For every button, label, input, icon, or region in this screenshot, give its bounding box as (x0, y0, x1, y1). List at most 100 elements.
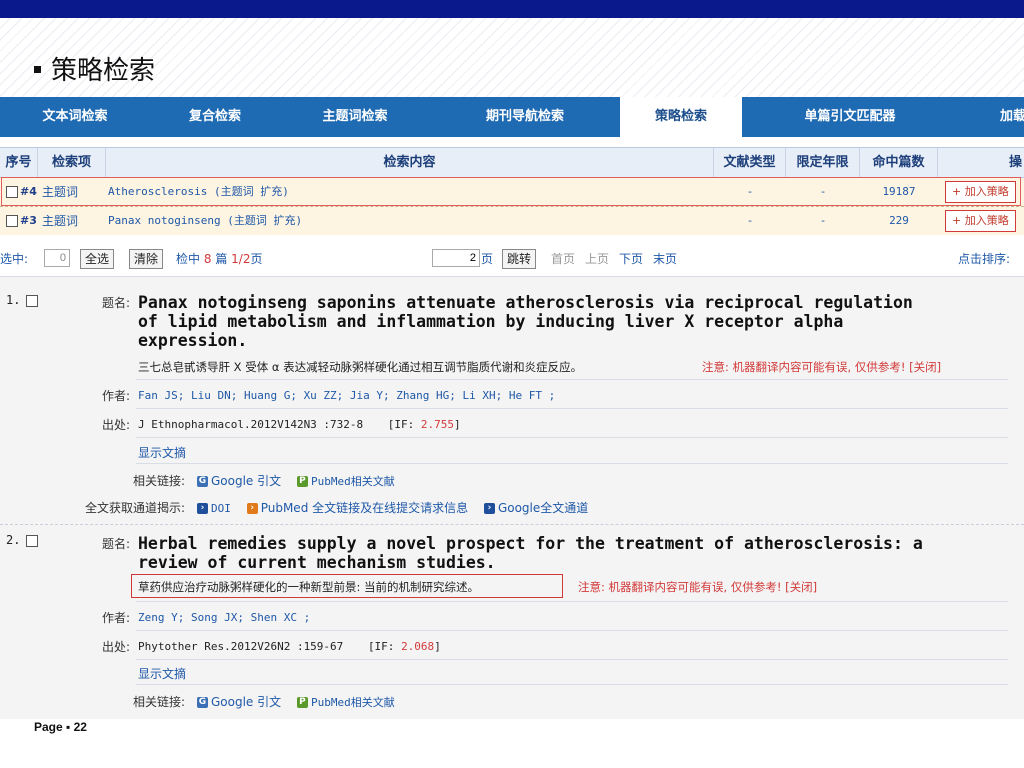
col-content: 检索内容 (106, 148, 714, 177)
pubmed-fulltext-link[interactable]: › PubMed 全文链接及在线提交请求信息 (246, 501, 468, 515)
google-citation-link[interactable]: G Google 引文 (197, 695, 281, 709)
record-translation: 三七总皂甙诱导肝 X 受体 α 表达减轻动脉粥样硬化通过相互调节脂质代谢和炎症反… (138, 360, 583, 374)
select-all-button[interactable]: 全选 (80, 249, 115, 269)
title-line: of lipid metabolism and inflammation by … (138, 312, 844, 331)
clear-button[interactable]: 清除 (129, 249, 164, 269)
google-citation-link[interactable]: G Google 引文 (197, 474, 281, 488)
related-links-label: 相关链接: (132, 474, 185, 488)
record-authors[interactable]: Zeng Y; Song JX; Shen XC ; (138, 611, 310, 624)
row-num: #4 (20, 185, 37, 198)
strategy-table: 序号 检索项 检索内容 文献类型 限定年限 命中篇数 操 #4 主题词 Athe… (0, 147, 1024, 235)
source-label: 出处: (101, 640, 130, 654)
row-checkbox[interactable] (6, 186, 18, 198)
last-page-link[interactable]: 末页 (653, 250, 677, 267)
tab-text-search[interactable]: 文本词检索 (10, 97, 140, 137)
fulltext-label: 全文获取通道揭示: (84, 501, 185, 515)
google-fulltext-link[interactable]: › Google全文通道 (483, 501, 588, 515)
results-toolbar: 选中: 全选 清除 检中 8 篇 1/2页 页 跳转 首页 上页 下页 末页 点… (0, 246, 1024, 272)
record-checkbox[interactable] (26, 534, 39, 547)
row-field: 主题词 (42, 185, 79, 199)
record-separator (0, 524, 1024, 525)
row-content[interactable]: Panax notoginseng (主题词 扩充) (108, 207, 302, 235)
top-bar (0, 0, 1024, 18)
arrow-icon: › (246, 503, 258, 514)
col-action: 操 (1008, 155, 1022, 170)
doi-link[interactable]: › DOI (197, 501, 231, 515)
record-source[interactable]: J Ethnopharmacol.2012V142N3 :732-8 (138, 418, 363, 431)
sort-link[interactable]: 点击排序: (958, 250, 1010, 267)
selected-count-input[interactable] (44, 249, 70, 267)
tab-journal-search[interactable]: 期刊导航检索 (460, 97, 590, 137)
tab-compound-search[interactable]: 复合检索 (150, 97, 280, 137)
tab-strategy-search[interactable]: 策略检索 (620, 97, 742, 137)
title-label: 题名: (101, 296, 130, 310)
add-strategy-button[interactable]: + 加入策略 (945, 181, 1016, 203)
tab-citation-matcher[interactable]: 单篇引文匹配器 (785, 97, 915, 137)
related-links: G Google 引文 P PubMed相关文献 (197, 472, 407, 489)
selected-label: 选中: (0, 252, 29, 266)
table-row: #3 主题词 Panax notoginseng (主题词 扩充) - - 22… (0, 207, 1024, 235)
hits-unit: 篇 (215, 252, 228, 266)
col-type: 文献类型 (714, 148, 786, 177)
slide-title: 策略检索 (34, 50, 155, 87)
pubmed-icon: P (296, 476, 308, 487)
title-line: Herbal remedies supply a novel prospect … (138, 534, 923, 553)
show-abstract-link[interactable]: 显示文摘 (138, 444, 186, 461)
prev-page-link[interactable]: 上页 (585, 250, 609, 267)
arrow-icon: › (197, 503, 208, 514)
authors-label: 作者: (101, 611, 130, 625)
row-checkbox[interactable] (6, 215, 18, 227)
pubmed-related-link[interactable]: P PubMed相关文献 (296, 695, 395, 709)
tab-load[interactable]: 加载 (1000, 97, 1024, 137)
related-links-label: 相关链接: (132, 695, 185, 709)
record-title[interactable]: Panax notoginseng saponins attenuate ath… (138, 293, 913, 350)
record-title[interactable]: Herbal remedies supply a novel prospect … (138, 534, 923, 572)
related-links: G Google 引文 P PubMed相关文献 (197, 693, 407, 710)
page-of: 1/2 (231, 252, 251, 266)
authors-label: 作者: (101, 389, 130, 403)
row-field: 主题词 (42, 214, 79, 228)
impact-factor: 2.755 (420, 418, 455, 431)
fulltext-links: › DOI › PubMed 全文链接及在线提交请求信息 › Google全文通道 (197, 499, 600, 516)
goto-button[interactable]: 跳转 (502, 249, 537, 269)
close-translation-link[interactable]: 关闭 (790, 580, 813, 594)
record-checkbox[interactable] (26, 294, 39, 307)
row-num: #3 (20, 214, 37, 227)
record-source[interactable]: Phytother Res.2012V26N2 :159-67 (138, 640, 343, 653)
add-strategy-button[interactable]: + 加入策略 (945, 210, 1016, 232)
hits-count: 8 (203, 252, 212, 266)
results-list: 1. 题名: Panax notoginseng saponins attenu… (0, 276, 1024, 719)
row-hits[interactable]: 19187 (860, 178, 938, 206)
translation-note: 注意: 机器翻译内容可能有误, 仅供参考! [关闭] (702, 360, 942, 374)
table-row: #4 主题词 Atherosclerosis (主题词 扩充) - - 1918… (0, 178, 1024, 207)
show-abstract-link[interactable]: 显示文摘 (138, 665, 186, 682)
nav-bar: 文本词检索 复合检索 主题词检索 期刊导航检索 策略检索 单篇引文匹配器 加载 (0, 97, 1024, 137)
row-content[interactable]: Atherosclerosis (主题词 扩充) (108, 178, 289, 206)
record-authors[interactable]: Fan JS; Liu DN; Huang G; Xu ZZ; Jia Y; Z… (138, 389, 555, 402)
col-num: 序号 (0, 148, 38, 177)
tab-subject-search[interactable]: 主题词检索 (290, 97, 420, 137)
pubmed-related-link[interactable]: P PubMed相关文献 (296, 474, 395, 488)
close-translation-link[interactable]: 关闭 (914, 360, 937, 374)
bullet-icon (34, 65, 41, 73)
title-line: review of current mechanism studies. (138, 553, 496, 572)
row-years: - (819, 185, 827, 198)
goto-page-input[interactable] (432, 249, 480, 267)
first-page-link[interactable]: 首页 (551, 250, 575, 267)
row-type: - (746, 214, 754, 227)
record-num: 1. (6, 293, 21, 307)
title-line: expression. (138, 331, 248, 350)
title-line: Panax notoginseng saponins attenuate ath… (138, 293, 913, 312)
table-header: 序号 检索项 检索内容 文献类型 限定年限 命中篇数 操 (0, 147, 1024, 178)
record-num: 2. (6, 533, 21, 547)
row-hits[interactable]: 229 (860, 207, 938, 235)
impact-factor: 2.068 (401, 640, 435, 653)
row-type: - (746, 185, 754, 198)
goto-suffix: 页 (481, 252, 494, 266)
title-label: 题名: (101, 537, 130, 551)
next-page-link[interactable]: 下页 (619, 250, 643, 267)
row-years: - (819, 214, 827, 227)
pubmed-icon: P (296, 697, 308, 708)
col-field: 检索项 (38, 148, 106, 177)
hits-prefix: 检中 (176, 252, 201, 266)
